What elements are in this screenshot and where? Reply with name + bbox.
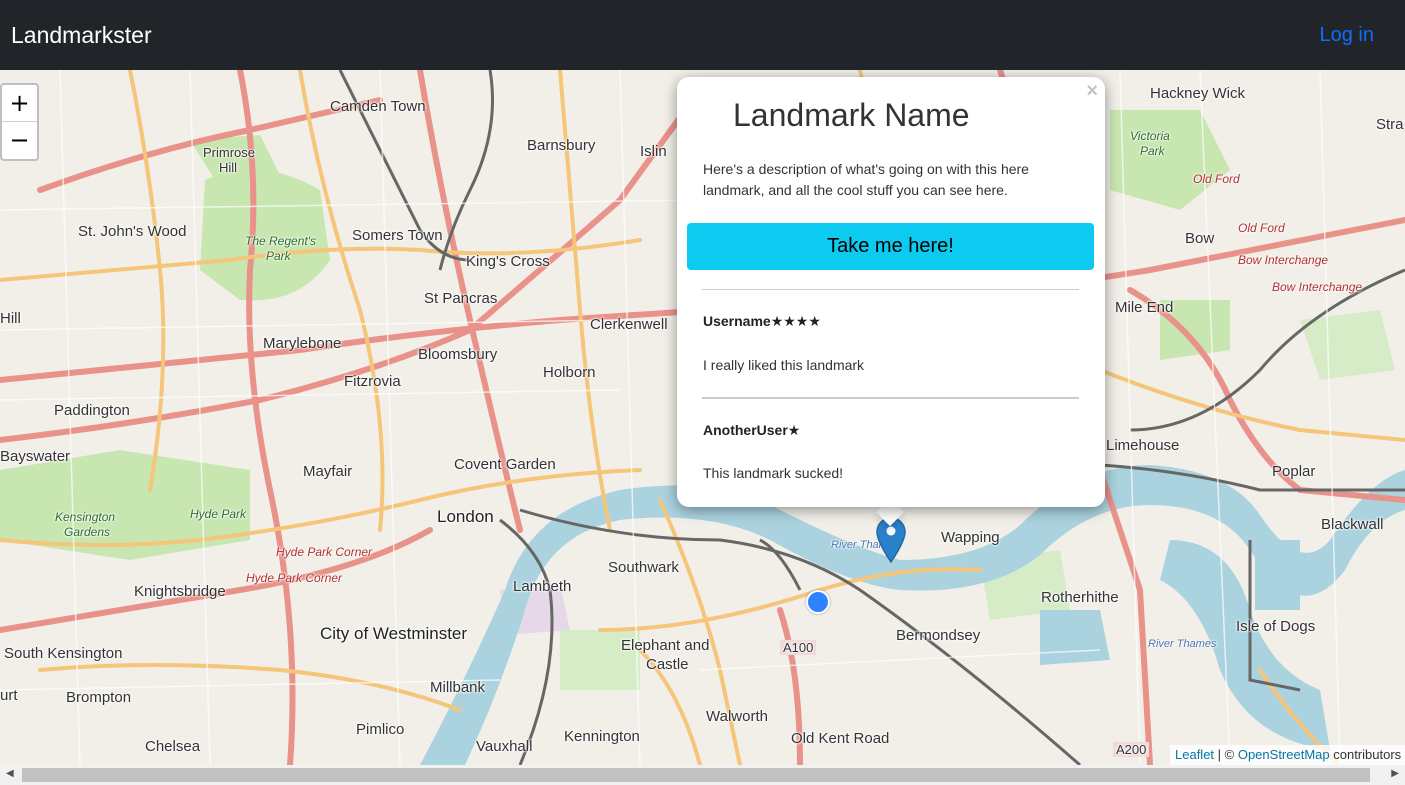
map-label: Southwark: [608, 559, 679, 576]
review-text: This landmark sucked!: [703, 465, 844, 481]
map-label: Isle of Dogs: [1236, 618, 1316, 635]
map-label: City of Westminster: [320, 624, 468, 643]
map-label: Bloomsbury: [418, 346, 498, 363]
map-label: Kennington: [564, 728, 640, 745]
divider: [702, 397, 1079, 399]
zoom-out-button[interactable]: −: [2, 122, 37, 159]
osm-link[interactable]: OpenStreetMap: [1238, 747, 1330, 762]
map-label: Millbank: [430, 679, 486, 696]
map-label: St Pancras: [424, 290, 498, 307]
map-label: Bayswater: [0, 448, 71, 465]
map-label: Mile End: [1115, 299, 1174, 316]
zoom-control: + −: [0, 83, 39, 161]
map-label: Covent Garden: [454, 456, 556, 473]
map-label: Islin: [640, 143, 667, 160]
map-label: Holborn: [543, 364, 596, 381]
horizontal-scrollbar[interactable]: ◀ ▶: [0, 765, 1405, 785]
map-label: Old Ford: [1193, 172, 1240, 186]
map-label: Park: [1140, 144, 1165, 158]
current-location-dot: [806, 590, 830, 614]
map-label: Gardens: [64, 525, 111, 539]
map-label: Primrose: [203, 145, 256, 160]
map-label: Hyde Park Corner: [276, 545, 373, 559]
map-label: Bow: [1185, 230, 1215, 247]
map-label: Wapping: [941, 529, 1000, 546]
zoom-in-button[interactable]: +: [2, 85, 37, 122]
review-username: Username★★★★: [703, 313, 821, 329]
map-label: Hyde Park Corner: [246, 571, 343, 585]
landmark-title: Landmark Name: [733, 97, 970, 133]
map-label: Poplar: [1272, 463, 1316, 480]
map-label: Brompton: [66, 689, 132, 706]
map-label: Victoria: [1130, 129, 1170, 143]
map-label: Hill: [0, 310, 21, 327]
map-label: Camden Town: [330, 98, 426, 115]
map-label: South Kensington: [4, 645, 123, 662]
login-link[interactable]: Log in: [1320, 24, 1375, 47]
map-label: Somers Town: [352, 227, 443, 244]
map-label: Bow Interchange: [1272, 280, 1363, 294]
map-label: A100: [780, 640, 817, 655]
map-label: Rotherhithe: [1041, 589, 1119, 606]
map-label: Mayfair: [303, 463, 353, 480]
landmark-popup: × Landmark Name Here's a description of …: [677, 77, 1105, 507]
map-label: Fitzrovia: [344, 373, 401, 390]
map-label: River Thames: [1148, 638, 1217, 650]
map-label: Limehouse: [1106, 437, 1180, 454]
map-label: Kensington: [55, 510, 116, 524]
map-label: Paddington: [54, 402, 130, 419]
scroll-right-icon[interactable]: ▶: [1391, 768, 1399, 779]
map-label: Elephant and: [621, 637, 710, 654]
divider: [702, 289, 1079, 290]
map-label: Marylebone: [263, 335, 342, 352]
map-label: Chelsea: [145, 738, 201, 755]
map-label: Bow Interchange: [1238, 253, 1329, 267]
scroll-left-icon[interactable]: ◀: [6, 768, 14, 779]
close-icon[interactable]: ×: [1086, 80, 1098, 102]
take-me-here-button[interactable]: Take me here!: [687, 223, 1094, 270]
review-username: AnotherUser★: [703, 422, 801, 438]
map-label: Old Kent Road: [791, 730, 890, 747]
review-text: I really liked this landmark: [703, 357, 865, 373]
map-label: Old Ford: [1238, 221, 1285, 235]
map-label: urt: [0, 687, 18, 704]
scrollbar-thumb[interactable]: [22, 768, 1370, 782]
map-label: Lambeth: [513, 578, 572, 595]
map-label: Hill: [219, 160, 238, 175]
map-label: Knightsbridge: [134, 583, 226, 600]
map-label: King's Cross: [466, 253, 550, 270]
map-label: Clerkenwell: [590, 316, 668, 333]
map-label: Stra: [1376, 116, 1404, 133]
brand-title[interactable]: Landmarkster: [11, 22, 152, 49]
map-label: Walworth: [706, 708, 768, 725]
map-label: Hyde Park: [190, 507, 247, 521]
map-label: St. John's Wood: [78, 223, 187, 240]
map-label: Pimlico: [356, 721, 405, 738]
map-label: Bermondsey: [896, 627, 981, 644]
navbar: Landmarkster Log in: [0, 0, 1405, 70]
map-label: Castle: [646, 656, 689, 673]
map-label: The Regent's: [245, 234, 316, 248]
map-label: Vauxhall: [476, 738, 533, 755]
map[interactable]: + − Camden Town Hackney Wick Barnsbury I…: [0, 70, 1405, 765]
map-label: A200: [1113, 742, 1150, 757]
attribution-separator: | ©: [1214, 747, 1238, 762]
attribution-suffix: contributors: [1329, 747, 1402, 762]
map-label: Blackwall: [1321, 516, 1384, 533]
map-label: Park: [266, 249, 291, 263]
map-label: Barnsbury: [527, 137, 596, 154]
leaflet-link[interactable]: Leaflet: [1175, 747, 1214, 762]
map-label: Hackney Wick: [1150, 85, 1246, 102]
map-attribution: Leaflet | © OpenStreetMap contributors: [1170, 745, 1405, 765]
map-label: London: [437, 507, 494, 526]
landmark-description: Here's a description of what's going on …: [703, 161, 1029, 198]
